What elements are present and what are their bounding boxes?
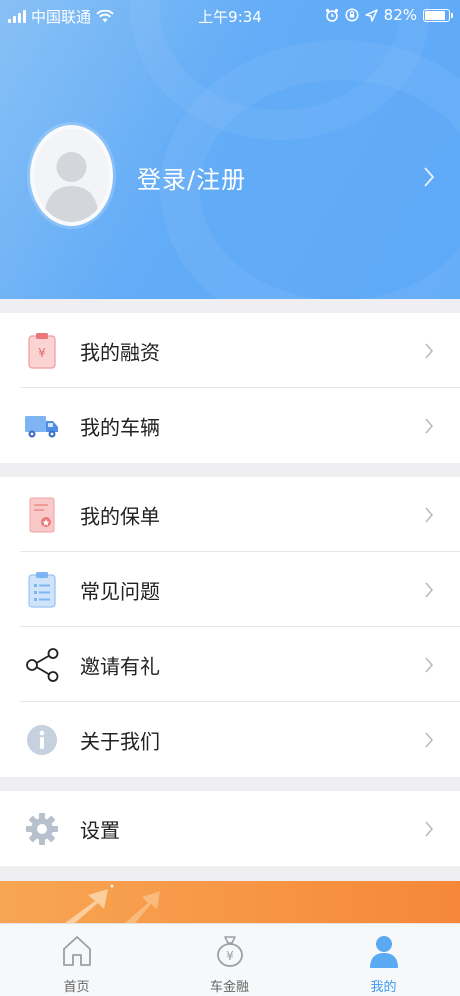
svg-text:¥: ¥ — [226, 949, 234, 963]
share-icon — [22, 645, 62, 685]
menu-item-vehicles[interactable]: 我的车辆 — [0, 388, 460, 463]
tab-label: 车金融 — [209, 980, 249, 995]
rising-arrow-graphic — [65, 884, 160, 923]
menu-item-label: 我的车辆 — [80, 415, 160, 439]
faq-clipboard-icon — [22, 570, 62, 610]
profile-header: 中国联通 上午9:34 82% 登录/注册 — [0, 0, 460, 299]
menu-group-account: ¥ 我的融资 我的车辆 — [0, 313, 460, 463]
menu-item-faq[interactable]: 常见问题 — [0, 552, 460, 627]
tab-home[interactable]: 首页 — [0, 924, 153, 996]
menu-item-label: 常见问题 — [80, 579, 160, 603]
truck-icon — [22, 406, 62, 446]
home-icon — [62, 936, 91, 966]
chevron-right-icon — [425, 343, 433, 358]
default-avatar-icon — [44, 152, 99, 222]
chevron-right-icon — [425, 582, 433, 597]
tab-label: 我的 — [370, 980, 397, 995]
tab-label: 首页 — [63, 980, 90, 995]
menu-item-policy[interactable]: 我的保单 — [0, 477, 460, 552]
financing-clipboard-icon: ¥ — [22, 331, 62, 371]
menu-group-settings: 设置 — [0, 791, 460, 866]
chevron-right-icon[interactable] — [422, 165, 436, 189]
money-bag-icon: ¥ — [216, 936, 243, 967]
menu-group-services: 我的保单 常见问题 邀请有礼 关于我们 — [0, 477, 460, 777]
battery-icon — [423, 8, 453, 22]
chevron-right-icon — [425, 418, 433, 433]
promo-banner[interactable] — [0, 881, 460, 923]
bottom-tab-bar: 首页 ¥ 车金融 我的 — [0, 923, 460, 996]
login-register-link[interactable]: 登录/注册 — [137, 160, 246, 195]
menu-item-about[interactable]: 关于我们 — [0, 702, 460, 777]
policy-document-icon — [22, 495, 62, 535]
menu-item-label: 我的保单 — [80, 504, 160, 528]
chevron-right-icon — [425, 732, 433, 747]
info-icon — [22, 720, 62, 760]
location-icon — [364, 8, 378, 22]
gear-icon — [22, 809, 62, 849]
tab-car-finance[interactable]: ¥ 车金融 — [153, 924, 306, 996]
menu-item-invite[interactable]: 邀请有礼 — [0, 627, 460, 702]
chevron-right-icon — [425, 507, 433, 522]
svg-text:¥: ¥ — [38, 346, 46, 360]
tab-mine[interactable]: 我的 — [307, 924, 460, 996]
menu-item-settings[interactable]: 设置 — [0, 791, 460, 866]
menu-item-label: 我的融资 — [80, 340, 160, 364]
menu-item-financing[interactable]: ¥ 我的融资 — [0, 313, 460, 388]
alarm-icon — [325, 8, 338, 22]
menu-item-label: 关于我们 — [80, 729, 160, 753]
menu-item-label: 邀请有礼 — [80, 654, 160, 678]
user-icon — [369, 936, 398, 968]
chevron-right-icon — [425, 821, 433, 836]
avatar[interactable] — [30, 125, 113, 226]
orientation-lock-icon — [345, 8, 359, 22]
status-bar: 中国联通 上午9:34 82% — [0, 0, 460, 32]
chevron-right-icon — [425, 657, 433, 672]
battery-percent: 82% — [383, 6, 417, 24]
menu-item-label: 设置 — [80, 818, 120, 842]
